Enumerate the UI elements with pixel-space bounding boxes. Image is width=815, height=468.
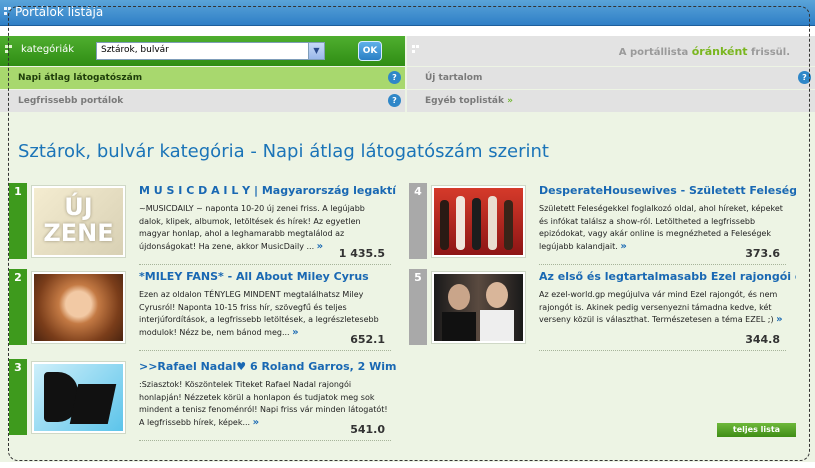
chevron-right-icon: » — [507, 96, 513, 106]
refresh-info-bar: A portállista óránként frissül. — [407, 36, 815, 66]
portal-description-text: Ezen az oldalon TÉNYLEG MINDENT megtalál… — [139, 290, 379, 337]
visitor-score: 344.8 — [745, 333, 780, 346]
tab-new-content-label: Új tartalom — [425, 73, 483, 83]
portal-title-link[interactable]: >>Rafael Nadal♥ 6 Roland Garros, 2 Wimbl… — [139, 360, 396, 376]
visitor-score: 1 435.5 — [338, 247, 385, 260]
more-link[interactable]: » — [317, 241, 323, 252]
visitor-score: 373.6 — [745, 247, 780, 260]
tab-daily-average[interactable]: Napi átlag látogatószám ? — [0, 67, 405, 89]
divider — [139, 350, 391, 351]
portal-description-text: :Sziasztok! Köszöntelek Titeket Rafael N… — [139, 380, 388, 427]
divider — [139, 440, 391, 441]
divider — [139, 264, 391, 265]
tab-daily-average-label: Napi átlag látogatószám — [18, 73, 143, 83]
portal-thumbnail[interactable] — [31, 271, 126, 344]
list-item: 5 Az első és legtartalmasabb Ezel rajong… — [409, 269, 796, 354]
portal-description-text: ~MUSICDAILY ~ naponta 10-20 új zenei fri… — [139, 204, 365, 251]
list-item: 3 >>Rafael Nadal♥ 6 Roland Garros, 2 Wim… — [9, 359, 396, 444]
window-title: Portálok listája — [15, 5, 104, 19]
list-item: 2 *MILEY FANS* - All About Miley Cyrus E… — [9, 269, 391, 354]
tab-newest-portals[interactable]: Legfrissebb portálok ? — [0, 90, 405, 112]
thumbnail-image — [34, 364, 123, 431]
rank-badge: 1 — [9, 183, 27, 259]
portal-description-text: Az ezel-world.gp megújulva vár mind Ezel… — [539, 290, 778, 324]
thumbnail-image — [434, 274, 523, 341]
tab-other-toplists[interactable]: Egyéb toplisták » — [407, 90, 815, 112]
more-link[interactable]: » — [776, 314, 782, 325]
tab-new-content[interactable]: Új tartalom ? — [407, 67, 815, 89]
visitor-score: 541.0 — [350, 423, 385, 436]
page-title: Sztárok, bulvár kategória - Napi átlag l… — [18, 141, 549, 162]
thumbnail-image: ÚJ ZENE — [34, 188, 123, 255]
portal-title-link[interactable]: M U S I C D A I L Y | Magyarország legak… — [139, 184, 396, 200]
help-icon[interactable]: ? — [388, 94, 401, 107]
list-item: 4 DesperateHousewives - Született Felesé… — [409, 183, 796, 268]
window-titlebar: Portálok listája — [0, 0, 815, 26]
more-link[interactable]: » — [253, 417, 259, 428]
refresh-highlight: óránként — [691, 45, 748, 58]
full-list-button[interactable]: teljes lista — [717, 423, 796, 437]
portal-thumbnail[interactable] — [31, 361, 126, 434]
help-icon[interactable]: ? — [388, 71, 401, 84]
chevron-down-icon[interactable]: ▼ — [308, 43, 324, 59]
portal-title-link[interactable]: Az első és legtartalmasabb Ezel rajongói… — [539, 270, 796, 286]
ok-button[interactable]: OK — [358, 41, 382, 61]
refresh-suffix: frissül. — [751, 47, 790, 58]
thumbnail-image — [434, 188, 523, 255]
help-icon[interactable]: ? — [798, 71, 811, 84]
dots-icon — [4, 7, 12, 17]
rank-badge: 4 — [409, 183, 427, 259]
filter-row: kategóriák Sztárok, bulvár ▼ OK A portál… — [0, 36, 815, 66]
visitor-score: 652.1 — [350, 333, 385, 346]
portal-thumbnail[interactable] — [431, 271, 526, 344]
portal-thumbnail[interactable] — [431, 185, 526, 258]
divider — [539, 264, 786, 265]
refresh-info: A portállista óránként frissül. — [619, 45, 790, 58]
tab-other-toplists-label: Egyéb toplisták — [425, 96, 504, 106]
more-link[interactable]: » — [620, 241, 626, 252]
list-item: 1 ÚJ ZENE M U S I C D A I L Y | Magyaror… — [9, 183, 396, 268]
portal-description-text: Született Feleségekkel foglalkozó oldal,… — [539, 204, 783, 251]
category-selected-value: Sztárok, bulvár — [101, 45, 169, 55]
thumbnail-text: ÚJ ZENE — [43, 193, 114, 247]
refresh-prefix: A portállista — [618, 47, 689, 58]
portal-thumbnail[interactable]: ÚJ ZENE — [31, 185, 126, 258]
rank-badge: 5 — [409, 269, 427, 345]
divider — [539, 350, 786, 351]
category-label: kategóriák — [21, 44, 75, 55]
portal-title-link[interactable]: DesperateHousewives - Született Felesége… — [539, 184, 796, 200]
more-link[interactable]: » — [292, 327, 298, 338]
rank-badge: 3 — [9, 359, 27, 435]
thumbnail-image — [34, 274, 123, 341]
portal-title-link[interactable]: *MILEY FANS* - All About Miley Cyrus — [139, 270, 396, 286]
rank-badge: 2 — [9, 269, 27, 345]
category-bar: kategóriák Sztárok, bulvár ▼ OK — [0, 36, 405, 66]
category-select[interactable]: Sztárok, bulvár ▼ — [96, 42, 325, 60]
tab-newest-portals-label: Legfrissebb portálok — [18, 96, 124, 106]
